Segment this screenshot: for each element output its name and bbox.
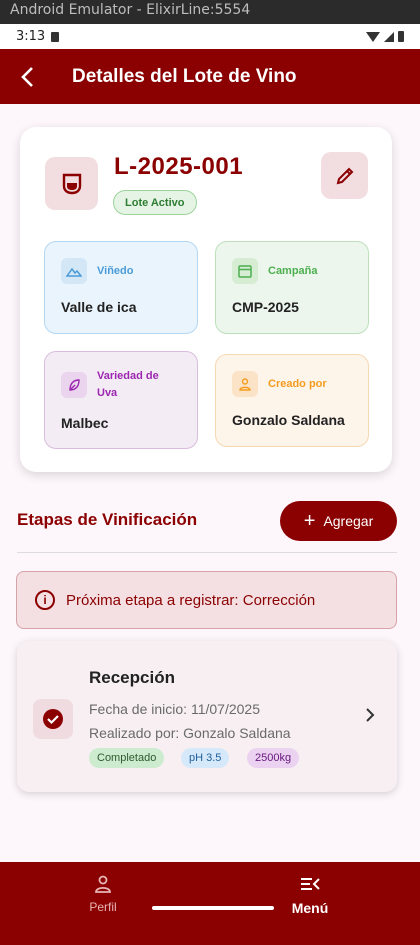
status-tag: Completado	[89, 748, 165, 768]
next-stage-text: Próxima etapa a registrar: Corrección	[66, 591, 316, 609]
grape-variety-info-box: Variedad de Uva Malbec	[44, 351, 198, 449]
status-bar: 3:13	[0, 24, 420, 49]
stage-card[interactable]: Recepción Fecha de inicio: 11/07/2025 Re…	[17, 641, 397, 792]
stage-performed-by: Realizado por: Gonzalo Saldana	[89, 725, 291, 741]
nav-item-menu[interactable]: Menú	[270, 872, 350, 916]
created-by-value: Gonzalo Saldana	[232, 412, 345, 428]
sim-icon	[51, 31, 60, 42]
menu-icon	[299, 872, 321, 896]
created-by-info-box: Creado por Gonzalo Saldana	[215, 354, 369, 447]
weight-tag: 2500kg	[247, 748, 300, 768]
nav-item-perfil[interactable]: Perfil	[63, 872, 143, 914]
plus-icon: +	[303, 509, 316, 532]
divider	[17, 552, 397, 553]
add-stage-label: Agregar	[323, 513, 374, 529]
next-stage-banner: i Próxima etapa a registrar: Corrección	[16, 571, 397, 629]
campaign-label: Campaña	[268, 264, 318, 277]
campaign-value: CMP-2025	[232, 299, 299, 315]
stages-section-title: Etapas de Vinificación	[17, 510, 198, 529]
grape-variety-label: Variedad de Uva	[97, 370, 159, 399]
stage-name: Recepción	[89, 668, 175, 687]
info-icon: i	[35, 590, 55, 610]
back-arrow-icon	[21, 66, 33, 87]
lot-details-card: L-2025-001 Lote Activo Viñedo Valle de i…	[20, 127, 392, 472]
signal-icon	[384, 31, 394, 42]
lot-code: L-2025-001	[114, 153, 244, 180]
edit-button[interactable]	[321, 152, 368, 199]
pencil-icon	[336, 167, 353, 184]
profile-icon	[93, 872, 113, 896]
vineyard-label: Viñedo	[97, 264, 134, 277]
leaf-icon	[61, 372, 87, 398]
battery-icon	[398, 31, 404, 42]
mountain-icon	[61, 258, 87, 284]
grape-variety-value: Malbec	[61, 415, 109, 431]
stage-start-date: Fecha de inicio: 11/07/2025	[89, 701, 260, 717]
check-circle-icon	[33, 699, 73, 739]
ph-tag: pH 3.5	[181, 748, 230, 768]
vineyard-info-box: Viñedo Valle de ica	[44, 241, 198, 334]
back-button[interactable]	[14, 62, 40, 92]
wifi-icon	[366, 31, 380, 42]
vineyard-value: Valle de ica	[61, 299, 137, 315]
home-indicator[interactable]	[152, 906, 274, 910]
campaign-info-box: Campaña CMP-2025	[215, 241, 369, 334]
emulator-window-title: Android Emulator - ElixirLine:5554	[0, 0, 420, 24]
app-bar: Detalles del Lote de Vino	[0, 49, 420, 104]
chevron-right-icon	[365, 706, 375, 729]
person-icon	[232, 371, 258, 397]
status-time: 3:13	[16, 29, 46, 44]
lot-status-badge: Lote Activo	[113, 190, 197, 215]
phone-screen: 3:13 Detalles del Lote de Vino L-2025-00…	[0, 24, 420, 945]
add-stage-button[interactable]: + Agregar	[280, 501, 397, 541]
main-content: L-2025-001 Lote Activo Viñedo Valle de i…	[0, 104, 420, 862]
calendar-icon	[232, 258, 258, 284]
wine-glass-icon	[45, 157, 98, 210]
nav-menu-label: Menú	[291, 900, 329, 916]
page-title: Detalles del Lote de Vino	[72, 65, 297, 87]
created-by-label: Creado por	[268, 377, 327, 390]
bottom-navigation: Perfil Menú	[0, 862, 420, 945]
nav-perfil-label: Perfil	[89, 900, 117, 914]
